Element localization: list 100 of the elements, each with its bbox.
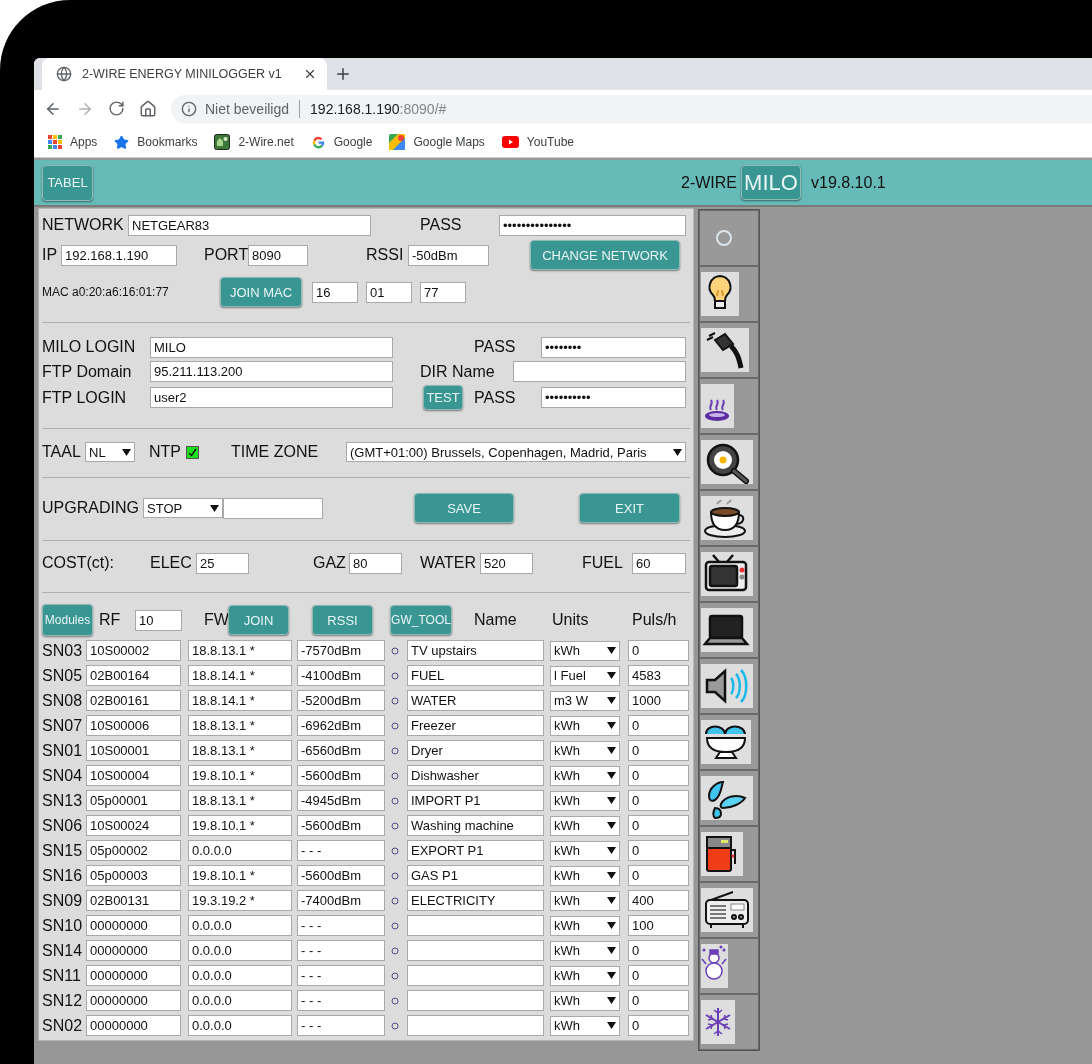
pulse-field[interactable]: 0 <box>628 940 689 961</box>
name-field[interactable]: IMPORT P1 <box>407 790 544 811</box>
timezone-select[interactable]: (GMT+01:00) Brussels, Copenhagen, Madrid, Paris <box>346 442 686 462</box>
units-select[interactable]: kWh <box>550 965 620 986</box>
firmware-field[interactable]: 0.0.0.0 <box>188 915 292 936</box>
bookmark-link[interactable]: 2-Wire.net <box>214 134 294 150</box>
bookmark-link[interactable]: Google Maps <box>389 134 485 150</box>
rssi-field[interactable]: - - - <box>297 915 385 936</box>
rssi-field[interactable]: -5600dBm <box>297 765 385 786</box>
units-select[interactable]: kWh <box>550 640 620 661</box>
upgrade-field[interactable] <box>223 497 323 519</box>
device-button[interactable] <box>701 552 753 596</box>
firmware-field[interactable]: 19.8.10.1 * <box>188 815 292 836</box>
pulse-field[interactable]: 0 <box>628 1015 689 1036</box>
device-button[interactable] <box>701 776 753 820</box>
units-select[interactable]: l Fuel <box>550 665 620 686</box>
units-select[interactable]: kWh <box>550 790 620 811</box>
device-button[interactable] <box>701 608 753 652</box>
firmware-field[interactable]: 0.0.0.0 <box>188 840 292 861</box>
rssi-field[interactable]: - - - <box>297 1015 385 1036</box>
units-select[interactable]: kWh <box>550 940 620 961</box>
dir-name-field[interactable] <box>513 361 686 382</box>
name-field[interactable] <box>407 940 544 961</box>
serial-field[interactable]: 05p00003 <box>86 865 181 886</box>
bookmark-link[interactable]: YouTube <box>501 135 574 149</box>
rssi-field[interactable]: -5600dBm <box>297 815 385 836</box>
bookmark-link[interactable]: Google <box>310 134 373 150</box>
port-field[interactable]: 8090 <box>248 244 308 266</box>
units-select[interactable]: m3 W <box>550 690 620 711</box>
pulse-field[interactable]: 0 <box>628 640 689 661</box>
serial-field[interactable]: 10S00024 <box>86 815 181 836</box>
device-button[interactable] <box>701 832 743 876</box>
name-field[interactable] <box>407 965 544 986</box>
units-select[interactable]: kWh <box>550 815 620 836</box>
units-select[interactable]: kWh <box>550 765 620 786</box>
units-select[interactable]: kWh <box>550 715 620 736</box>
rssi-field[interactable]: - - - <box>297 840 385 861</box>
close-icon[interactable] <box>303 67 317 81</box>
firmware-field[interactable]: 18.8.13.1 * <box>188 790 292 811</box>
login-field[interactable]: MILO <box>150 336 393 358</box>
rssi-field[interactable]: -4100dBm <box>297 665 385 686</box>
ip-field[interactable]: 192.168.1.190 <box>61 244 177 266</box>
name-field[interactable] <box>407 990 544 1011</box>
serial-field[interactable]: 02B00131 <box>86 890 181 911</box>
firmware-field[interactable]: 0.0.0.0 <box>188 1015 292 1036</box>
serial-field[interactable]: 05p00001 <box>86 790 181 811</box>
firmware-field[interactable]: 0.0.0.0 <box>188 965 292 986</box>
name-field[interactable]: Freezer <box>407 715 544 736</box>
name-field[interactable]: EXPORT P1 <box>407 840 544 861</box>
units-select[interactable]: kWh <box>550 840 620 861</box>
serial-field[interactable]: 00000000 <box>86 915 181 936</box>
name-field[interactable]: WATER <box>407 690 544 711</box>
network-field[interactable]: NETGEAR83 <box>128 214 371 236</box>
language-select[interactable]: NL <box>85 442 135 462</box>
rssi-field[interactable]: -6560dBm <box>297 740 385 761</box>
name-field[interactable] <box>407 915 544 936</box>
pulse-field[interactable]: 0 <box>628 740 689 761</box>
bookmark-link[interactable]: Apps <box>48 135 98 149</box>
firmware-field[interactable]: 19.8.10.1 * <box>188 865 292 886</box>
serial-field[interactable]: 00000000 <box>86 1015 181 1036</box>
reload-button[interactable] <box>108 100 125 117</box>
device-button[interactable] <box>701 384 734 428</box>
rssi-field[interactable]: - - - <box>297 965 385 986</box>
firmware-field[interactable]: 0.0.0.0 <box>188 940 292 961</box>
cost-field[interactable]: 60 <box>632 552 686 574</box>
firmware-field[interactable]: 19.3.19.2 * <box>188 890 292 911</box>
pulse-field[interactable]: 4583 <box>628 665 689 686</box>
cost-field[interactable]: 520 <box>480 552 533 574</box>
firmware-field[interactable]: 18.8.13.1 * <box>188 640 292 661</box>
serial-field[interactable]: 00000000 <box>86 990 181 1011</box>
serial-field[interactable]: 02B00164 <box>86 665 181 686</box>
device-button[interactable] <box>701 440 753 484</box>
serial-field[interactable]: 10S00002 <box>86 640 181 661</box>
name-field[interactable]: TV upstairs <box>407 640 544 661</box>
rssi-field[interactable]: - - - <box>297 990 385 1011</box>
units-select[interactable]: kWh <box>550 915 620 936</box>
pulse-field[interactable]: 0 <box>628 790 689 811</box>
mac-part-field[interactable]: 77 <box>420 281 466 303</box>
device-button[interactable] <box>701 888 753 932</box>
name-field[interactable]: Dishwasher <box>407 765 544 786</box>
device-button[interactable] <box>701 272 739 316</box>
firmware-field[interactable]: 18.8.13.1 * <box>188 715 292 736</box>
firmware-field[interactable]: 19.8.10.1 * <box>188 765 292 786</box>
device-button[interactable] <box>701 496 753 540</box>
units-select[interactable]: kWh <box>550 865 620 886</box>
upgrade-select[interactable]: STOP <box>143 498 223 518</box>
cost-field[interactable]: 25 <box>196 552 249 574</box>
pulse-field[interactable]: 0 <box>628 715 689 736</box>
rssi-field[interactable]: -5600dBm <box>297 865 385 886</box>
firmware-field[interactable]: 18.8.14.1 * <box>188 690 292 711</box>
mac-part-field[interactable]: 16 <box>312 281 358 303</box>
rssi-field[interactable]: -7400dBm <box>297 890 385 911</box>
pulse-field[interactable]: 0 <box>628 815 689 836</box>
mac-part-field[interactable]: 01 <box>366 281 412 303</box>
ntp-checkbox[interactable] <box>186 445 199 459</box>
device-button[interactable] <box>701 328 749 372</box>
browser-tab[interactable]: 2-WIRE ENERGY MINILOGGER v1 <box>42 58 327 90</box>
units-select[interactable]: kWh <box>550 1015 620 1036</box>
password-field[interactable]: ••••••••••••••• <box>499 214 686 236</box>
pulse-field[interactable]: 100 <box>628 915 689 936</box>
